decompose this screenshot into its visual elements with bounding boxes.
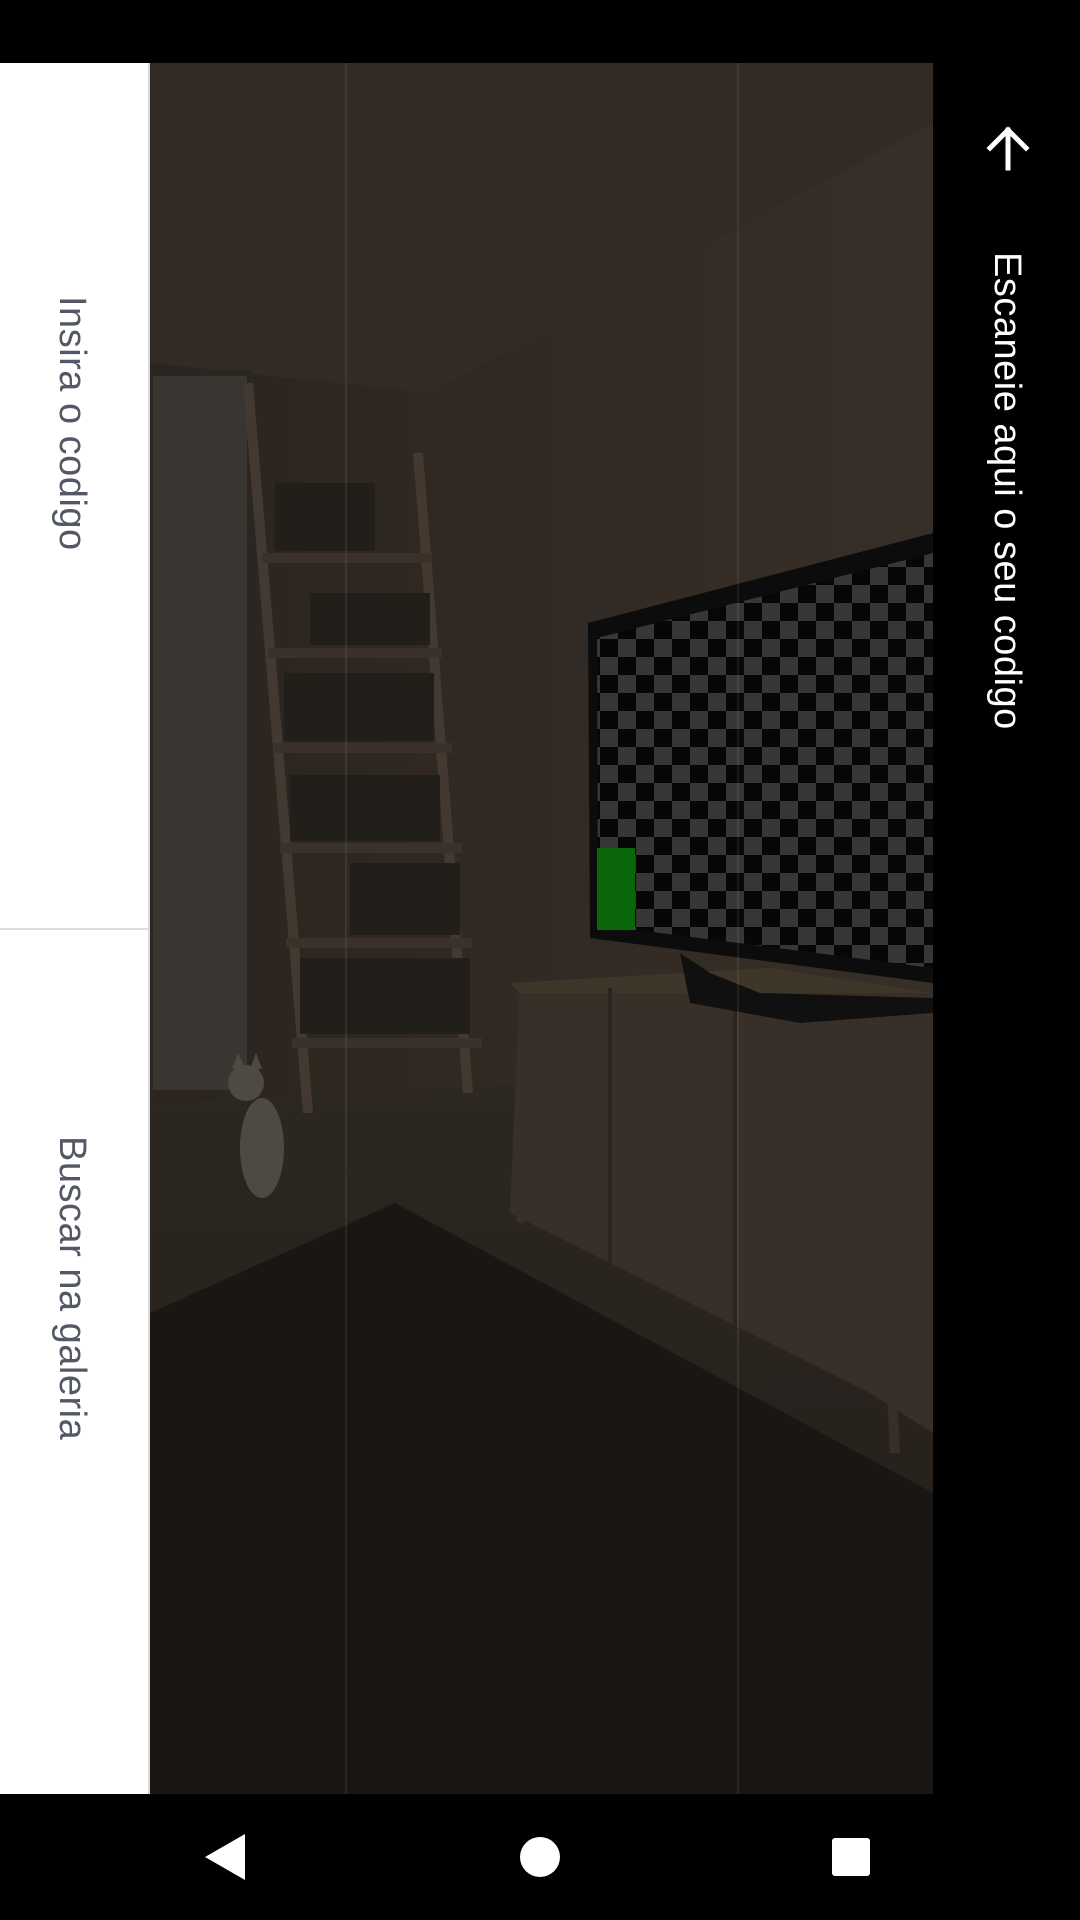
square-recents-icon <box>832 1838 870 1876</box>
enter-code-label: Insira o codigo <box>51 296 93 551</box>
status-bar <box>0 0 1080 63</box>
nav-recents-button[interactable] <box>808 1814 894 1900</box>
back-button[interactable] <box>968 108 1048 188</box>
triangle-back-icon <box>205 1834 245 1880</box>
search-gallery-label: Buscar na galeria <box>51 1136 93 1441</box>
nav-home-button[interactable] <box>497 1814 583 1900</box>
page-title: Escaneie aqui o seu codigo <box>986 252 1028 730</box>
camera-scene <box>150 63 933 1794</box>
circle-home-icon <box>520 1837 560 1877</box>
nav-back-button[interactable] <box>182 1814 268 1900</box>
arrow-up-icon <box>986 126 1030 171</box>
camera-preview <box>150 63 933 1794</box>
